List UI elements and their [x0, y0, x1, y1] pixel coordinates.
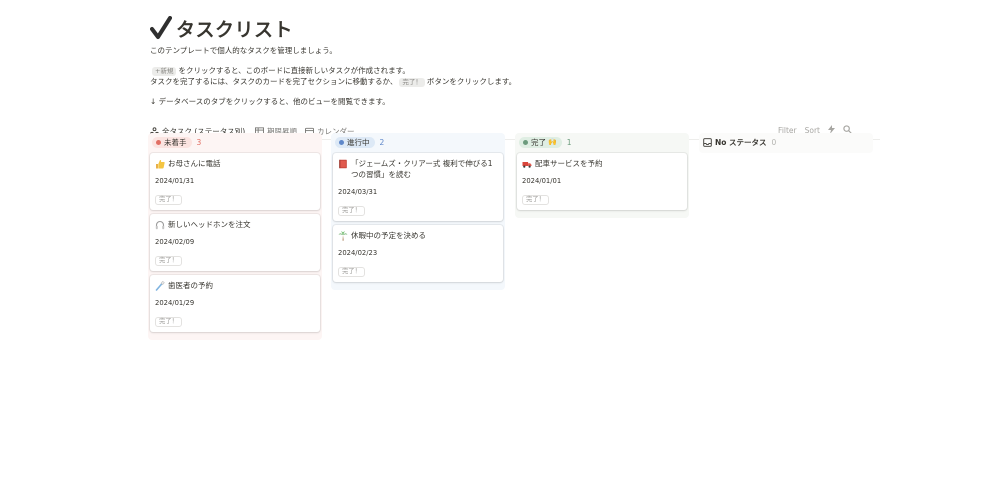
- complete-button[interactable]: 完了！: [338, 206, 365, 216]
- status-dot: [339, 139, 344, 145]
- card-title-text: 「ジェームズ・クリアー式 複利で伸びる1つの習慣」を読む: [351, 159, 493, 179]
- card-title: 「ジェームズ・クリアー式 複利で伸びる1つの習慣」を読む: [338, 158, 498, 180]
- toothbrush-icon: [155, 280, 165, 291]
- task-card[interactable]: お母さんに電話 2024/01/31 完了！: [150, 153, 320, 210]
- column-count: 0: [771, 137, 777, 147]
- status-label: No ステータス: [715, 137, 767, 147]
- card-due-date: 2024/03/31: [338, 188, 378, 196]
- truck-icon: [522, 161, 532, 168]
- card-title: お母さんに電話: [155, 158, 315, 169]
- task-card[interactable]: 休暇中の予定を決める 2024/02/23 完了！: [333, 225, 503, 282]
- description-line: このテンプレートで個人的なタスクを管理しましょう。: [150, 46, 337, 55]
- complete-button[interactable]: 完了！: [155, 317, 182, 327]
- palm-tree-icon: [338, 230, 348, 241]
- status-dot: [156, 139, 161, 145]
- column-header: 進行中 2: [333, 133, 503, 151]
- instruction-text: ボタンをクリックします。: [426, 77, 517, 86]
- page-content: タスクリスト このテンプレートで個人的なタスクを管理しましょう。 +新規 をクリッ…: [150, 14, 880, 140]
- headphones-icon: [155, 220, 165, 229]
- raised-hands-icon: 🙌: [548, 138, 557, 146]
- status-pill[interactable]: 未着手: [152, 136, 192, 148]
- column-header: 完了 🙌 1: [517, 133, 687, 151]
- thumbs-up-icon: [156, 159, 165, 168]
- status-label: 進行中: [347, 137, 370, 147]
- board-column-not-started: 未着手 3 お母さんに電話 2024/01/31 完了！ 新しいヘッドホンを注文…: [148, 133, 322, 340]
- column-count: 1: [566, 137, 572, 147]
- views-hint: ↓ データベースのタブをクリックすると、他のビューを閲覧できます。: [150, 97, 390, 106]
- task-card[interactable]: 「ジェームズ・クリアー式 複利で伸びる1つの習慣」を読む 2024/03/31 …: [333, 153, 503, 221]
- board-column-done: 完了 🙌 1 配車サービスを予約 2024/01/01 完了！: [515, 133, 689, 218]
- card-title-text: 休暇中の予定を決める: [351, 231, 426, 240]
- title-row: タスクリスト: [150, 14, 880, 42]
- card-title: 歯医者の予約: [155, 280, 315, 291]
- complete-button[interactable]: 完了！: [155, 256, 182, 266]
- card-due-date: 2024/01/31: [155, 177, 195, 185]
- instruction-line: タスクを完了するには、タスクのカードを完了セクションに移動するか、 完了！ ボタンを…: [150, 76, 880, 87]
- card-title: 配車サービスを予約: [522, 158, 682, 169]
- complete-button[interactable]: 完了！: [338, 267, 365, 277]
- card-due-date: 2024/01/29: [155, 299, 195, 307]
- instruction-text: タスクを完了するには、タスクのカードを完了セクションに移動するか、: [150, 77, 398, 86]
- status-label: 完了: [531, 137, 546, 147]
- column-header: No ステータス 0: [701, 133, 871, 151]
- done-chip: 完了！: [399, 78, 425, 87]
- status-label: 未着手: [164, 137, 187, 147]
- card-title-text: 歯医者の予約: [168, 281, 213, 290]
- checkmark-icon: [150, 16, 172, 39]
- page-title: タスクリスト: [176, 18, 294, 41]
- card-title: 休暇中の予定を決める: [338, 230, 498, 241]
- complete-button[interactable]: 完了！: [155, 195, 182, 205]
- board-column-no-status: No ステータス 0: [699, 133, 873, 153]
- card-due-date: 2024/01/01: [522, 177, 562, 185]
- status-dot: [523, 139, 528, 145]
- status-pill[interactable]: 進行中: [335, 136, 375, 148]
- card-title-text: お母さんに電話: [168, 159, 221, 168]
- card-due-date: 2024/02/23: [338, 249, 378, 257]
- book-icon: [339, 159, 347, 168]
- status-pill[interactable]: 完了 🙌: [519, 136, 562, 148]
- board-column-in-progress: 進行中 2 「ジェームズ・クリアー式 複利で伸びる1つの習慣」を読む 2024/…: [331, 133, 505, 290]
- instruction-line: +新規 をクリックすると、このボードに直接新しいタスクが作成されます。: [150, 65, 880, 76]
- inbox-icon: [703, 137, 712, 147]
- card-title-text: 配車サービスを予約: [535, 159, 603, 168]
- column-count: 2: [379, 137, 385, 147]
- task-card[interactable]: 新しいヘッドホンを注文 2024/02/09 完了！: [150, 214, 320, 271]
- card-due-date: 2024/02/09: [155, 238, 195, 246]
- task-card[interactable]: 配車サービスを予約 2024/01/01 完了！: [517, 153, 687, 210]
- card-title: 新しいヘッドホンを注文: [155, 219, 315, 230]
- column-count: 3: [196, 137, 202, 147]
- instructions-block: +新規 をクリックすると、このボードに直接新しいタスクが作成されます。 タスクを完…: [150, 65, 880, 87]
- card-title-text: 新しいヘッドホンを注文: [168, 220, 251, 229]
- complete-button[interactable]: 完了！: [522, 195, 549, 205]
- column-header: 未着手 3: [150, 133, 320, 151]
- new-chip: +新規: [152, 67, 177, 76]
- task-card[interactable]: 歯医者の予約 2024/01/29 完了！: [150, 275, 320, 332]
- instruction-text: をクリックすると、このボードに直接新しいタスクが作成されます。: [178, 66, 410, 75]
